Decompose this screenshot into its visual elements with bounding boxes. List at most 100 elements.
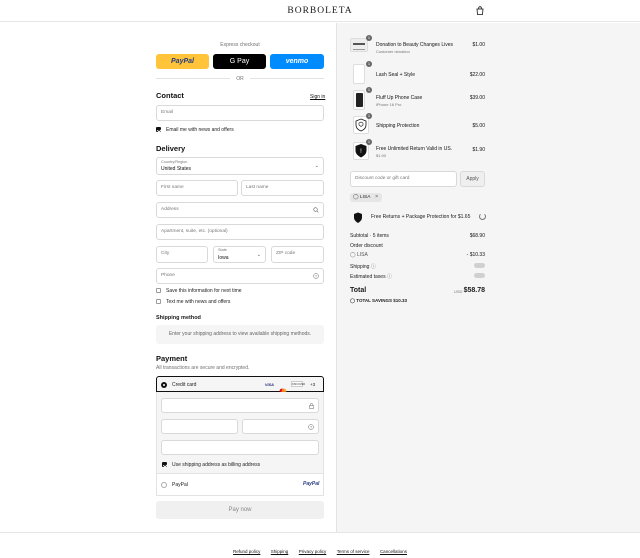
total-label: Total <box>350 287 367 294</box>
radio-selected[interactable] <box>161 381 167 388</box>
loading-spinner-icon[interactable] <box>479 213 486 220</box>
help-icon[interactable]: ? <box>308 424 314 430</box>
address-placeholder: Address <box>161 207 179 212</box>
shipping-note: Enter your shipping address to view avai… <box>156 325 324 344</box>
shopping-bag-icon[interactable] <box>476 6 484 15</box>
discount-placeholder: Discount code or gift card <box>355 176 410 181</box>
cancellations-link[interactable]: Cancellations <box>380 549 407 554</box>
apartment-field[interactable]: Apartment, suite, etc. (optional) <box>156 224 324 240</box>
quantity-badge: 1 <box>366 61 372 67</box>
help-icon[interactable]: ⓘ <box>371 264 376 270</box>
taxes-label: Estimated taxes ⓘ <box>350 274 392 280</box>
discount-tag-label: LISA <box>360 195 371 200</box>
privacy-policy-link[interactable]: Privacy policy <box>299 549 327 554</box>
product-image <box>353 90 365 110</box>
credit-card-label: Credit card <box>172 382 197 388</box>
save-info-checkbox[interactable] <box>156 288 161 293</box>
security-code-field[interactable]: ? <box>242 419 319 434</box>
lock-icon <box>309 403 314 409</box>
phone-field[interactable]: Phone ? <box>156 268 324 284</box>
first-name-field[interactable]: First name <box>156 180 238 196</box>
item-price: $5.00 <box>472 123 485 129</box>
paypal-logo: PayPal <box>303 481 320 487</box>
pay-now-button[interactable]: Pay now <box>156 501 324 519</box>
first-name-placeholder: First name <box>161 185 184 190</box>
venmo-express-button[interactable]: venmo <box>270 54 324 69</box>
discount-tag: ◯ LISA × <box>350 193 382 202</box>
checkout-form: Express checkout PayPal G Pay venmo OR C… <box>0 23 336 532</box>
taxes-value-placeholder <box>474 273 485 278</box>
discount-code-row: ◯ LISA <box>350 252 368 258</box>
payment-subtitle: All transactions are secure and encrypte… <box>156 365 250 371</box>
terms-link[interactable]: Terms of service <box>337 549 370 554</box>
country-label: Country/Region <box>161 160 188 164</box>
quantity-badge: 1 <box>366 139 372 145</box>
mastercard-icon <box>279 381 287 394</box>
credit-card-option[interactable]: Credit card VISA DISCOVER +3 <box>156 376 324 394</box>
city-field[interactable]: City <box>156 246 208 263</box>
text-me-checkbox[interactable] <box>156 299 161 304</box>
paypal-label: PayPal <box>172 482 188 488</box>
paypal-option[interactable]: PayPal PayPal <box>157 473 323 495</box>
gpay-label: G Pay <box>229 58 250 65</box>
shield-icon <box>353 116 369 134</box>
tag-icon: ◯ <box>350 252 357 258</box>
discount-value: - $10.33 <box>466 252 485 258</box>
chevron-down-icon: ⌄ <box>256 252 261 258</box>
discount-code-input[interactable]: Discount code or gift card <box>350 171 457 187</box>
help-icon[interactable]: ? <box>313 273 319 279</box>
state-select[interactable]: State Iowa ⌄ <box>213 246 266 263</box>
footer-links: Refund policy Shipping Privacy policy Te… <box>0 540 640 558</box>
paypal-express-button[interactable]: PayPal <box>156 54 209 69</box>
country-value: United States <box>161 166 192 172</box>
country-select[interactable]: Country/Region United States ⌄ <box>156 157 324 175</box>
delivery-heading: Delivery <box>156 144 186 153</box>
total-savings-row: ◯ TOTAL SAVINGS $10.33 <box>350 298 407 304</box>
search-icon <box>313 207 319 213</box>
help-icon[interactable]: ⓘ <box>387 274 392 280</box>
shipping-link[interactable]: Shipping <box>271 549 289 554</box>
express-checkout-title: Express checkout <box>220 42 260 48</box>
state-label: State <box>218 248 227 252</box>
header: BORBOLETA <box>0 0 640 22</box>
email-field[interactable]: Email <box>156 105 324 121</box>
more-cards-count: +3 <box>310 382 316 387</box>
remove-tag-icon[interactable]: × <box>375 194 378 200</box>
apply-button[interactable]: Apply <box>460 171 485 187</box>
shipping-value-placeholder <box>474 263 485 268</box>
shipping-label: Shipping ⓘ <box>350 264 376 270</box>
visa-icon: VISA <box>265 382 274 387</box>
discount-code-label: LISA <box>357 252 368 258</box>
subtotal-label: Subtotal · 5 items <box>350 233 389 239</box>
venmo-label: venmo <box>285 58 309 65</box>
paypal-label: PayPal <box>171 58 194 65</box>
name-on-card-field[interactable] <box>161 440 319 455</box>
refund-policy-link[interactable]: Refund policy <box>233 549 260 554</box>
zip-field[interactable]: ZIP code <box>271 246 324 263</box>
shipping-heading: Shipping method <box>156 315 201 321</box>
discover-icon: DISCOVER <box>291 381 306 387</box>
product-image <box>353 64 365 84</box>
product-image <box>350 38 368 52</box>
news-checkbox[interactable] <box>156 127 161 132</box>
order-summary: 1 Donation to Beauty Changes Lives Custo… <box>336 23 640 532</box>
contact-heading: Contact <box>156 91 184 100</box>
address-field[interactable]: Address <box>156 202 324 218</box>
protection-offer-label: Free Returns + Package Protection for $1… <box>371 214 471 220</box>
radio-unselected[interactable] <box>161 482 167 488</box>
total-value: $58.78 <box>463 287 485 294</box>
brand-logo[interactable]: BORBOLETA <box>0 6 640 16</box>
gpay-express-button[interactable]: G Pay <box>213 54 266 69</box>
quantity-badge: 1 <box>366 113 372 119</box>
or-separator: OR <box>236 76 244 82</box>
tag-icon: ◯ <box>353 194 359 200</box>
sign-in-link[interactable]: Sign in <box>310 94 325 100</box>
quantity-badge: 1 <box>366 87 372 93</box>
item-subtitle: $1.90 <box>376 153 387 158</box>
save-info-label: Save this information for next time <box>166 288 242 294</box>
billing-checkbox[interactable] <box>162 462 167 467</box>
zip-placeholder: ZIP code <box>276 251 296 256</box>
last-name-field[interactable]: Last name <box>241 180 324 196</box>
expiry-field[interactable] <box>161 419 238 434</box>
card-number-field[interactable] <box>161 398 319 413</box>
